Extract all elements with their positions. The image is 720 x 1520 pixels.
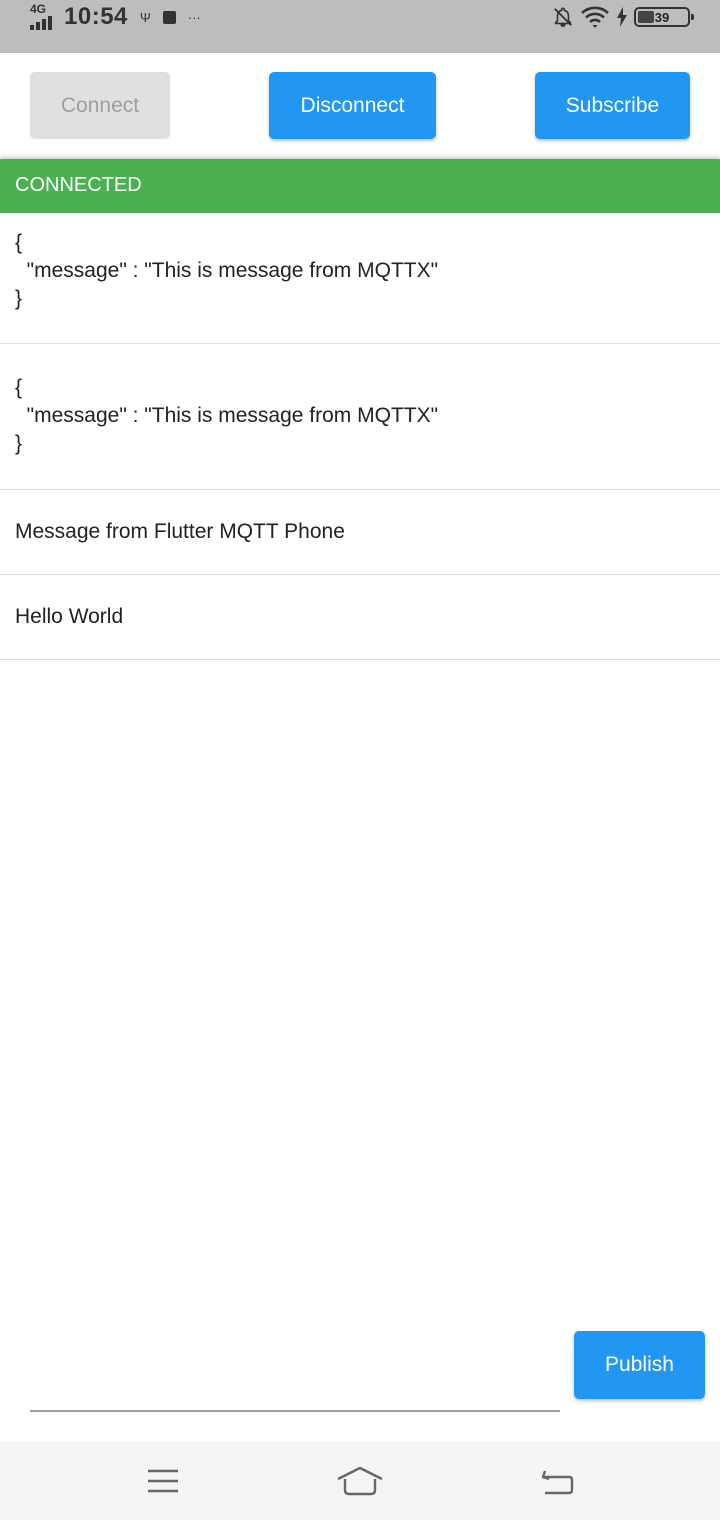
publish-button[interactable]: Publish xyxy=(574,1331,705,1399)
list-item: Hello World xyxy=(0,575,720,660)
battery-icon: 39 xyxy=(634,7,694,27)
status-bar-right: 39 xyxy=(552,4,694,30)
status-time: 10:54 xyxy=(64,3,128,30)
disconnect-button[interactable]: Disconnect xyxy=(269,72,436,139)
list-item: { "message" : "This is message from MQTT… xyxy=(0,213,720,344)
signal-icon: 4G xyxy=(30,2,58,30)
notification-app-icon xyxy=(162,10,176,24)
battery-level: 39 xyxy=(654,9,670,25)
bell-off-icon xyxy=(554,7,572,27)
connection-status-text: CONNECTED xyxy=(15,174,142,196)
home-icon[interactable] xyxy=(320,1442,400,1520)
usb-icon: Ψ xyxy=(139,9,151,25)
status-bar: 4G 10:54 Ψ ··· 39 xyxy=(0,0,720,53)
action-toolbar: Connect Disconnect Subscribe xyxy=(0,53,720,159)
more-icon: ··· xyxy=(187,9,201,25)
network-type-label: 4G xyxy=(30,2,47,16)
connection-status-banner: CONNECTED xyxy=(0,159,720,213)
status-bar-left: 4G 10:54 Ψ ··· xyxy=(30,2,201,32)
subscribe-button[interactable]: Subscribe xyxy=(535,72,690,139)
list-item: { "message" : "This is message from MQTT… xyxy=(0,344,720,490)
connect-button[interactable]: Connect xyxy=(30,72,170,139)
menu-icon[interactable] xyxy=(123,1442,203,1520)
publish-message-input[interactable] xyxy=(30,1360,560,1412)
wifi-icon xyxy=(581,6,609,28)
back-icon[interactable] xyxy=(517,1442,597,1520)
charging-icon xyxy=(617,7,627,27)
message-list: { "message" : "This is message from MQTT… xyxy=(0,213,720,660)
battery-tip xyxy=(691,14,694,20)
list-item: Message from Flutter MQTT Phone xyxy=(0,490,720,575)
system-nav-bar xyxy=(0,1442,720,1520)
